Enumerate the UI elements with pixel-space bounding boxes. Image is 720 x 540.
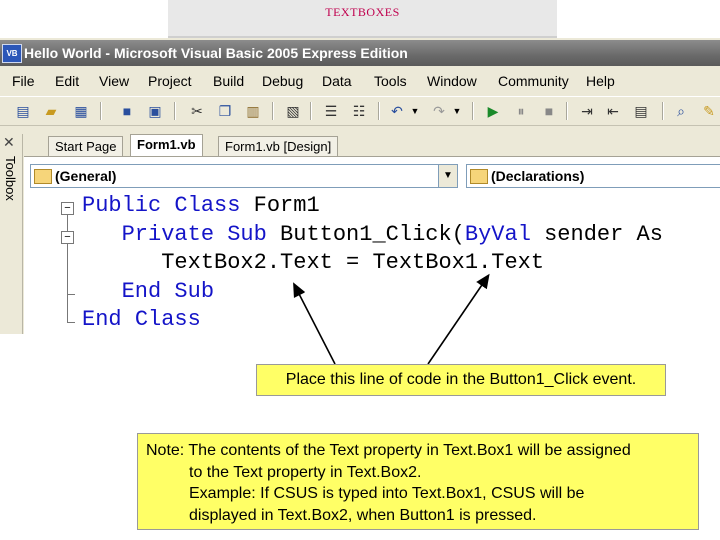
note-line: to the Text property in Text.Box2. — [189, 463, 422, 481]
toolbar-separator — [378, 102, 380, 120]
method-name-combobox[interactable]: (Declarations) — [466, 164, 720, 188]
declarations-icon — [470, 169, 488, 184]
keyword: Public — [82, 193, 162, 218]
redo-icon[interactable]: ↷ — [430, 102, 448, 120]
outline-line — [67, 215, 68, 231]
code-line-2: Private Sub Button1_Click(ByVal sender A… — [82, 221, 663, 250]
tab-form1-vb[interactable]: Form1.vb — [130, 134, 203, 156]
vb-app-icon: VB — [2, 44, 22, 63]
assignment-statement: TextBox2.Text = TextBox1.Text — [161, 250, 545, 275]
outline-line — [67, 244, 68, 294]
keyword: ByVal — [464, 221, 531, 247]
identifier: sender As — [544, 221, 663, 247]
code-line-5: End Class — [82, 306, 201, 334]
note-line: displayed in Text.Box2, when Button1 is … — [189, 506, 537, 524]
toolbox-label[interactable]: Toolbox — [2, 156, 18, 201]
menu-window[interactable]: Window — [427, 73, 477, 89]
pause-icon[interactable]: ⏸ — [512, 102, 530, 120]
menu-data[interactable]: Data — [322, 73, 352, 89]
menu-view[interactable]: View — [99, 73, 129, 89]
start-debugging-icon[interactable]: ▶ — [484, 102, 502, 120]
toolbar-separator — [566, 102, 568, 120]
note-box: Note: The contents of the Text property … — [137, 433, 699, 530]
close-icon[interactable]: ✕ — [3, 134, 15, 151]
keyword: Sub — [174, 278, 215, 304]
menu-edit[interactable]: Edit — [55, 73, 79, 89]
identifier: Form1 — [253, 193, 320, 218]
note-line: Example: If CSUS is typed into Text.Box1… — [189, 485, 585, 502]
copy-icon[interactable]: ❐ — [216, 102, 234, 120]
new-project-icon[interactable]: ▤ — [14, 102, 32, 120]
keyword: End — [121, 278, 162, 304]
toolbox-icon[interactable]: ✎ — [700, 102, 718, 120]
method-name-value: (Declarations) — [491, 168, 585, 184]
uncomment-icon[interactable]: ☷ — [350, 102, 368, 120]
tab-start-page[interactable]: Start Page — [48, 136, 124, 156]
standard-toolbar: ▤ ▰ ▦ ■ ▣ ✂ ❐ ▥ ▧ ☰ ☷ ↶ ▼ ↷ ▼ ▶ ⏸ ■ ⇥ ⇤ … — [0, 96, 720, 126]
save-all-icon[interactable]: ▣ — [146, 102, 164, 120]
toolbar-separator — [272, 102, 274, 120]
general-icon — [34, 169, 52, 184]
keyword: Private — [121, 221, 215, 247]
toolbox-strip[interactable]: ✕ Toolbox — [0, 134, 23, 334]
slide-title: TEXTBOXES — [168, 0, 557, 38]
class-name-value: (General) — [55, 168, 117, 184]
menu-help[interactable]: Help — [586, 73, 615, 89]
collapse-icon[interactable]: − — [61, 231, 74, 244]
menu-tools[interactable]: Tools — [374, 73, 407, 89]
add-item-icon[interactable]: ▦ — [72, 102, 90, 120]
toolbar-separator — [100, 102, 102, 120]
note-line: Note: The contents of the Text property … — [146, 442, 631, 459]
keyword: Sub — [227, 221, 267, 247]
menu-community[interactable]: Community — [498, 73, 569, 89]
window-title: Hello World - Microsoft Visual Basic 200… — [24, 45, 408, 61]
code-line-3: TextBox2.Text = TextBox1.Text — [82, 249, 544, 278]
cut-icon[interactable]: ✂ — [188, 102, 206, 120]
save-icon[interactable]: ■ — [118, 102, 136, 120]
stop-icon[interactable]: ■ — [540, 102, 558, 120]
toolbar-separator — [662, 102, 664, 120]
menu-debug[interactable]: Debug — [262, 73, 303, 89]
collapse-icon[interactable]: − — [61, 202, 74, 215]
menu-project[interactable]: Project — [148, 73, 192, 89]
keyword: Class — [134, 307, 201, 332]
find-icon[interactable]: ▧ — [284, 102, 302, 120]
undo-dropdown-icon[interactable]: ▼ — [406, 102, 424, 120]
code-editor[interactable]: − − Public Class Form1 Private Sub Butto… — [24, 190, 720, 334]
paste-icon[interactable]: ▥ — [244, 102, 262, 120]
code-line-4: End Sub — [82, 278, 214, 307]
keyword: Class — [174, 193, 241, 218]
solution-explorer-icon[interactable]: ⌕ — [672, 102, 690, 120]
toolbar-separator — [174, 102, 176, 120]
properties-icon[interactable]: ▤ — [632, 102, 650, 120]
outline-line — [67, 322, 75, 323]
code-line-1: Public Class Form1 — [82, 192, 320, 221]
indent-icon[interactable]: ⇥ — [578, 102, 596, 120]
document-tabs: Start Page Form1.vb Form1.vb [Design] — [24, 134, 720, 156]
menu-build[interactable]: Build — [213, 73, 244, 89]
outline-line — [67, 294, 75, 295]
outline-line — [67, 294, 68, 322]
window-titlebar[interactable]: VB Hello World - Microsoft Visual Basic … — [0, 40, 720, 66]
outdent-icon[interactable]: ⇤ — [604, 102, 622, 120]
comment-icon[interactable]: ☰ — [322, 102, 340, 120]
menu-bar: File Edit View Project Build Debug Data … — [0, 68, 720, 94]
open-folder-icon[interactable]: ▰ — [42, 102, 60, 120]
callout-box: Place this line of code in the Button1_C… — [256, 364, 666, 396]
redo-dropdown-icon[interactable]: ▼ — [448, 102, 466, 120]
tab-form1-design[interactable]: Form1.vb [Design] — [218, 136, 339, 156]
identifier: Button1_Click( — [280, 221, 465, 247]
toolbar-separator — [310, 102, 312, 120]
menu-file[interactable]: File — [12, 73, 35, 89]
keyword: End — [82, 307, 122, 332]
class-name-combobox[interactable]: (General) ▼ — [30, 164, 458, 188]
undo-icon[interactable]: ↶ — [388, 102, 406, 120]
chevron-down-icon[interactable]: ▼ — [438, 165, 457, 187]
toolbar-separator — [472, 102, 474, 120]
